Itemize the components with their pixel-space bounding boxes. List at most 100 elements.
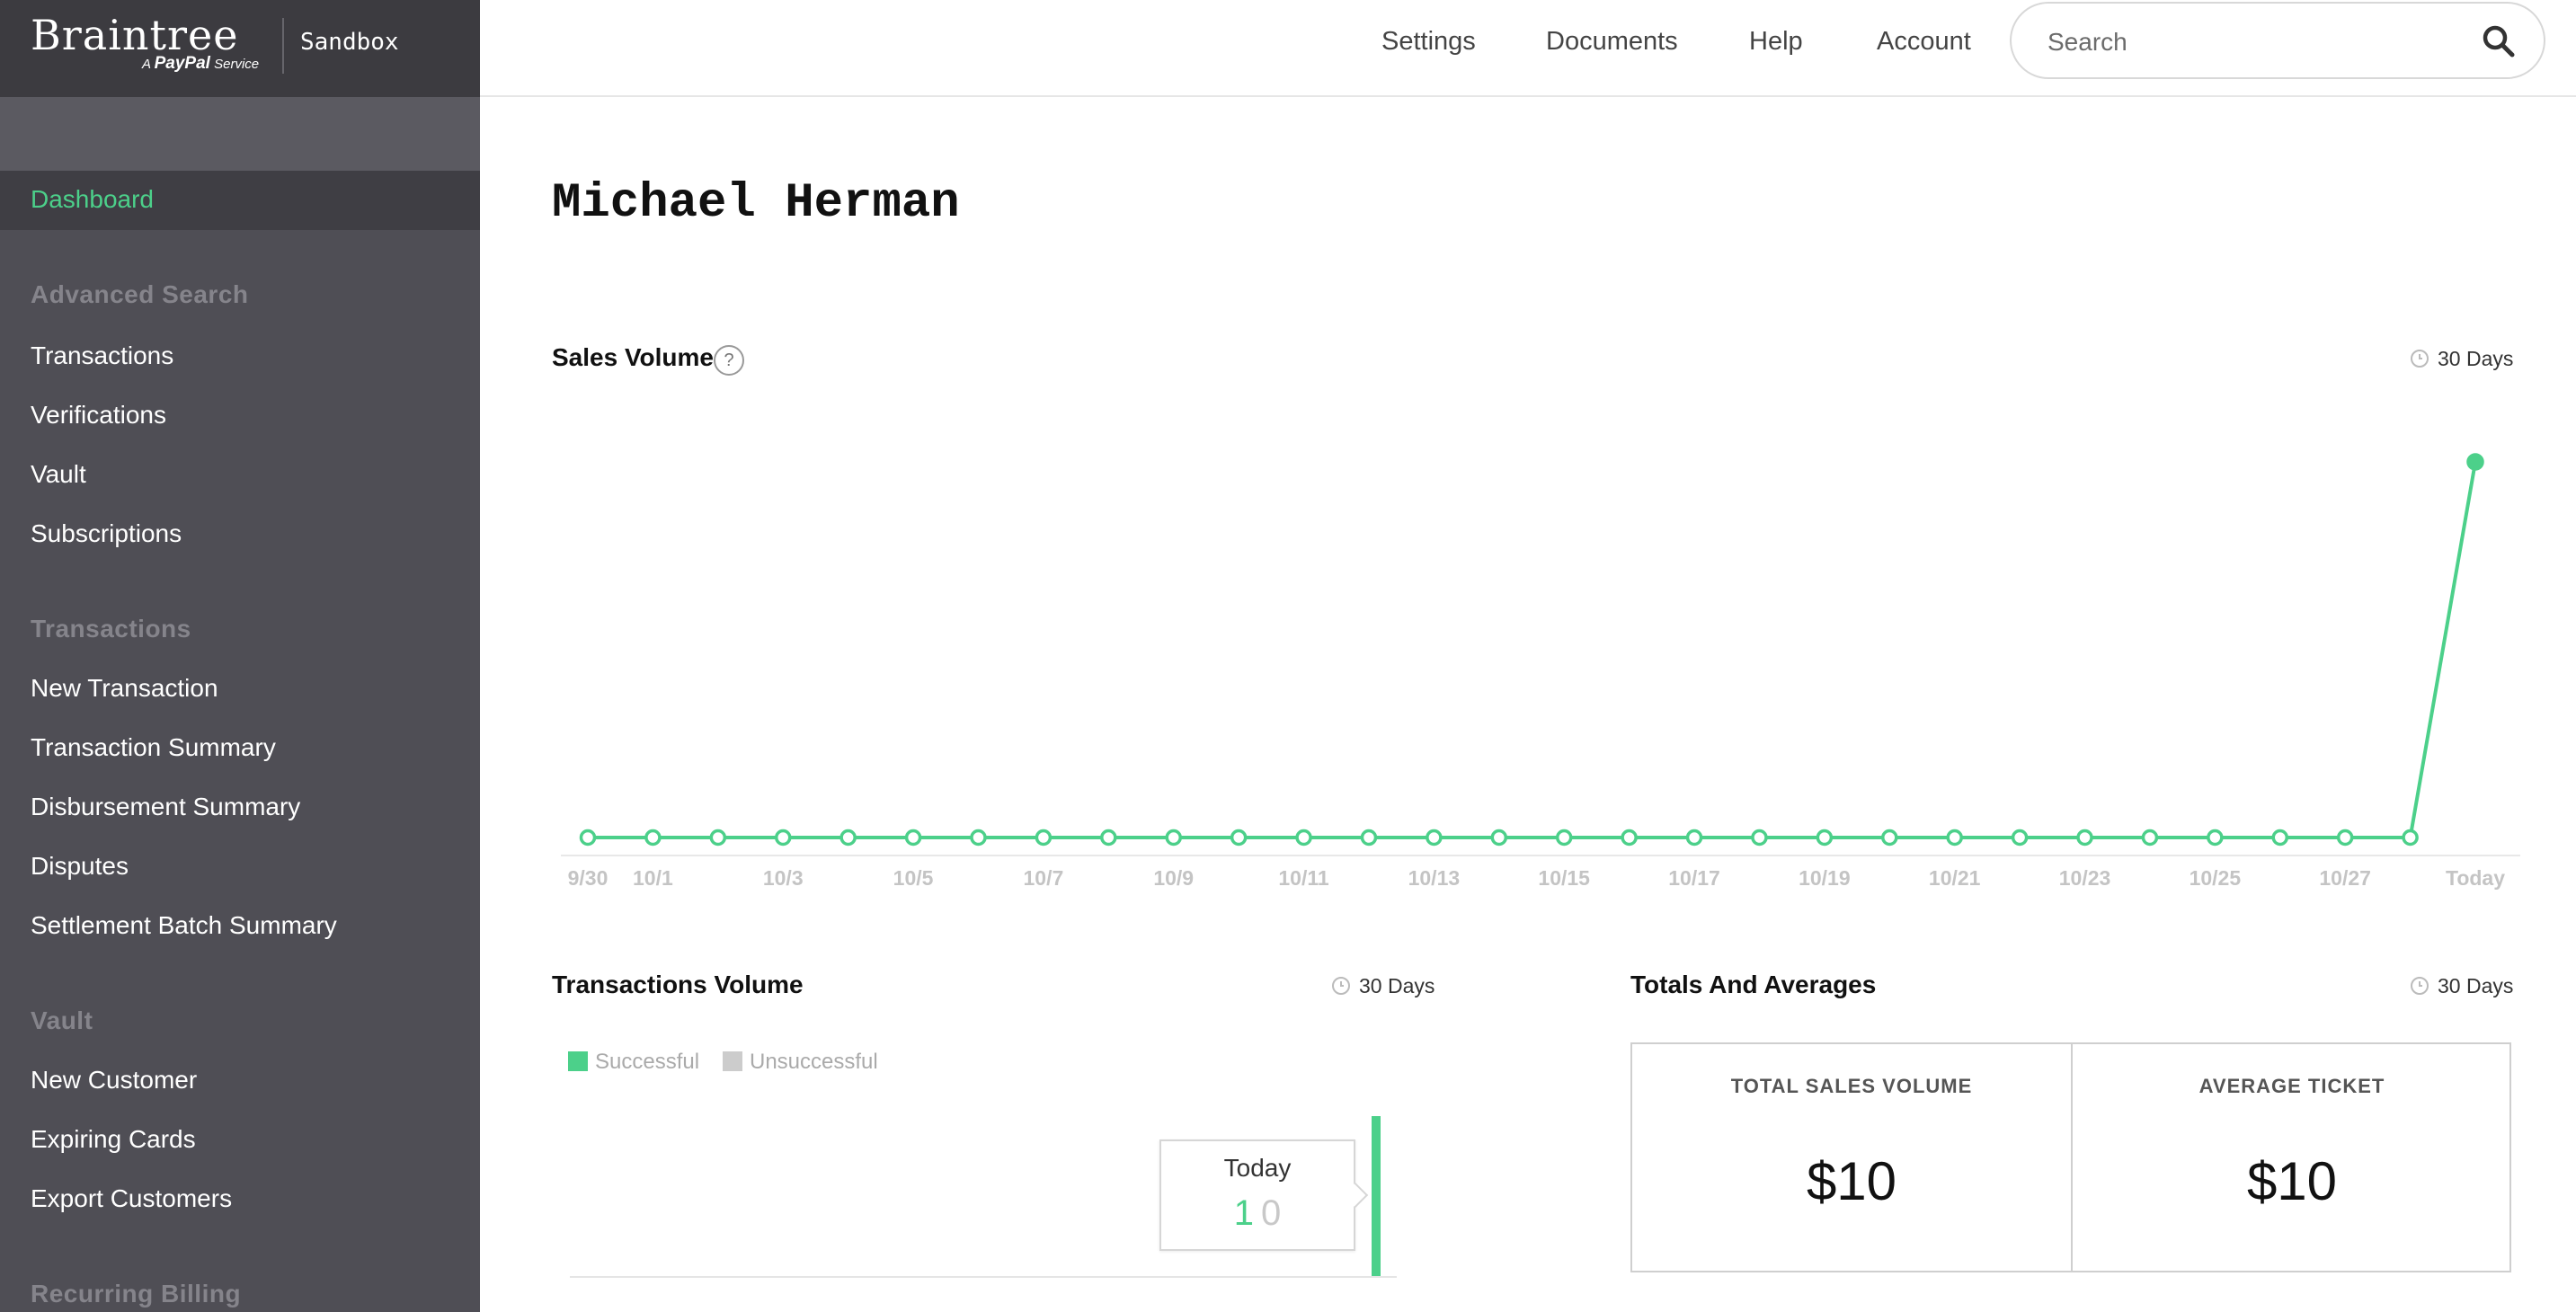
sales-point-10-23[interactable] bbox=[2076, 829, 2093, 847]
sales-point-10-25[interactable] bbox=[2207, 829, 2224, 847]
sidebar-item-disputes[interactable]: Disputes bbox=[31, 852, 129, 881]
nav-documents[interactable]: Documents bbox=[1546, 27, 1678, 57]
sales-point-10-20[interactable] bbox=[1881, 829, 1898, 847]
sidebar: Braintree A PayPal Service Sandbox Dashb… bbox=[0, 0, 480, 1312]
totals-panel: TOTAL SALES VOLUME $10 AVERAGE TICKET $1… bbox=[1630, 1042, 2511, 1272]
x-tick-label: 10/11 bbox=[1278, 866, 1328, 890]
tooltip-unsuccessful-count: 0 bbox=[1261, 1193, 1282, 1233]
x-tick-label: 10/21 bbox=[1929, 866, 1981, 890]
brand-divider bbox=[282, 18, 284, 74]
sales-point-10-4[interactable] bbox=[839, 829, 857, 847]
sales-point-10-15[interactable] bbox=[1555, 829, 1573, 847]
sales-point-10-21[interactable] bbox=[1946, 829, 1963, 847]
sidebar-item-disbursement-summary[interactable]: Disbursement Summary bbox=[31, 793, 300, 821]
x-tick-label: 10/25 bbox=[2190, 866, 2242, 890]
x-tick-label: 10/5 bbox=[893, 866, 934, 890]
sidebar-item-new-customer[interactable]: New Customer bbox=[31, 1066, 197, 1095]
x-tick-label: 10/17 bbox=[1668, 866, 1720, 890]
legend-successful-swatch bbox=[568, 1051, 588, 1071]
sidebar-item-new-transaction[interactable]: New Transaction bbox=[31, 674, 218, 703]
x-tick-label: Today bbox=[2446, 866, 2505, 890]
tooltip-values: 10 bbox=[1161, 1193, 1354, 1234]
nav-settings[interactable]: Settings bbox=[1381, 27, 1476, 57]
sales-point-10-27[interactable] bbox=[2336, 829, 2354, 847]
search-box[interactable] bbox=[2010, 2, 2545, 79]
sales-point-10-7[interactable] bbox=[1035, 829, 1053, 847]
sales-point-10-16[interactable] bbox=[1621, 829, 1638, 847]
nav-help[interactable]: Help bbox=[1749, 27, 1803, 57]
average-ticket-label: AVERAGE TICKET bbox=[2198, 1075, 2385, 1097]
sales-volume-period-label: 30 Days bbox=[2438, 347, 2514, 370]
sidebar-item-export-customers[interactable]: Export Customers bbox=[31, 1184, 232, 1213]
sales-volume-period[interactable]: 30 Days bbox=[2411, 347, 2513, 371]
help-icon[interactable]: ? bbox=[714, 345, 744, 376]
sales-point-10-24[interactable] bbox=[2141, 829, 2159, 847]
sidebar-heading-vault: Vault bbox=[31, 1006, 93, 1034]
x-tick-label: 10/9 bbox=[1153, 866, 1194, 890]
bar-today-successful[interactable] bbox=[1372, 1116, 1381, 1276]
sales-point-10-2[interactable] bbox=[709, 829, 727, 847]
sales-point-10-22[interactable] bbox=[2011, 829, 2029, 847]
sidebar-heading-transactions: Transactions bbox=[31, 615, 191, 643]
sales-volume-line bbox=[588, 461, 2477, 839]
x-tick-label: 10/19 bbox=[1799, 866, 1851, 890]
sidebar-item-dashboard[interactable]: Dashboard bbox=[31, 185, 154, 214]
sales-point-10-10[interactable] bbox=[1230, 829, 1248, 847]
brand-header[interactable]: Braintree A PayPal Service Sandbox bbox=[0, 0, 480, 97]
sidebar-heading-recurring-billing: Recurring Billing bbox=[31, 1280, 242, 1308]
search-icon[interactable] bbox=[2481, 23, 2517, 59]
x-tick-label: 10/15 bbox=[1538, 866, 1590, 890]
x-tick-label: 10/1 bbox=[633, 866, 673, 890]
sales-volume-title: Sales Volume bbox=[552, 343, 715, 371]
tooltip-label: Today bbox=[1223, 1154, 1292, 1182]
sales-point-10-19[interactable] bbox=[1816, 829, 1834, 847]
totals-period-label: 30 Days bbox=[2438, 974, 2514, 997]
nav-account[interactable]: Account bbox=[1877, 27, 1971, 57]
sales-point-10-8[interactable] bbox=[1100, 829, 1117, 847]
sales-point-10-18[interactable] bbox=[1751, 829, 1768, 847]
totals-period[interactable]: 30 Days bbox=[2411, 974, 2513, 998]
sales-points-group bbox=[579, 453, 2484, 847]
sales-point-10-6[interactable] bbox=[970, 829, 987, 847]
search-input[interactable] bbox=[2046, 22, 2472, 63]
environment-label: Sandbox bbox=[300, 29, 399, 56]
sidebar-item-settlement-batch-summary[interactable]: Settlement Batch Summary bbox=[31, 911, 337, 940]
sidebar-item-search-vault[interactable]: Vault bbox=[31, 460, 86, 489]
totals-title: Totals And Averages bbox=[1630, 971, 1877, 998]
sales-point-9-30[interactable] bbox=[579, 829, 597, 847]
sales-point-10-11[interactable] bbox=[1295, 829, 1312, 847]
x-tick-label: 10/27 bbox=[2319, 866, 2371, 890]
sales-point-10-13[interactable] bbox=[1426, 829, 1443, 847]
sales-x-ticks-group: 9/30 10/1 10/3 10/5 10/7 10/9 10/11 10/13 10/15 1… bbox=[568, 866, 2506, 890]
sidebar-heading-advanced-search: Advanced Search bbox=[31, 280, 249, 308]
x-tick-label: 10/3 bbox=[763, 866, 804, 890]
sidebar-item-expiring-cards[interactable]: Expiring Cards bbox=[31, 1125, 196, 1154]
clock-icon bbox=[2411, 977, 2429, 995]
x-tick-label: 10/7 bbox=[1024, 866, 1064, 890]
total-sales-volume-value: $10 bbox=[1806, 1151, 1897, 1211]
sales-line-group bbox=[588, 461, 2477, 839]
legend-successful-label: Successful bbox=[595, 1050, 700, 1074]
legend-unsuccessful-label: Unsuccessful bbox=[750, 1050, 878, 1074]
transactions-volume-period[interactable]: 30 Days bbox=[1332, 974, 1435, 998]
sales-point-10-1[interactable] bbox=[644, 829, 662, 847]
sales-point-10-28[interactable] bbox=[2402, 829, 2419, 847]
transactions-volume-title: Transactions Volume bbox=[552, 971, 804, 998]
sidebar-item-transaction-summary[interactable]: Transaction Summary bbox=[31, 733, 276, 762]
sales-point-10-17[interactable] bbox=[1685, 829, 1703, 847]
sales-point-10-9[interactable] bbox=[1165, 829, 1182, 847]
sales-point-10-26[interactable] bbox=[2271, 829, 2289, 847]
sales-volume-chart: 9/30 10/1 10/3 10/5 10/7 10/9 10/11 10/13 10/15 1… bbox=[561, 453, 2520, 890]
sidebar-item-verifications[interactable]: Verifications bbox=[31, 401, 166, 430]
sales-point-10-5[interactable] bbox=[904, 829, 922, 847]
braintree-logo: Braintree bbox=[31, 11, 239, 59]
sales-point-10-3[interactable] bbox=[774, 829, 792, 847]
average-ticket-value: $10 bbox=[2246, 1151, 2338, 1211]
sales-point-10-12[interactable] bbox=[1360, 829, 1378, 847]
tooltip-successful-count: 1 bbox=[1233, 1193, 1254, 1233]
tagline-prefix: A bbox=[142, 57, 151, 72]
sidebar-item-search-transactions[interactable]: Transactions bbox=[31, 341, 173, 370]
sales-point-today[interactable] bbox=[2466, 453, 2484, 471]
sales-point-10-14[interactable] bbox=[1490, 829, 1508, 847]
sidebar-item-subscriptions[interactable]: Subscriptions bbox=[31, 519, 182, 548]
